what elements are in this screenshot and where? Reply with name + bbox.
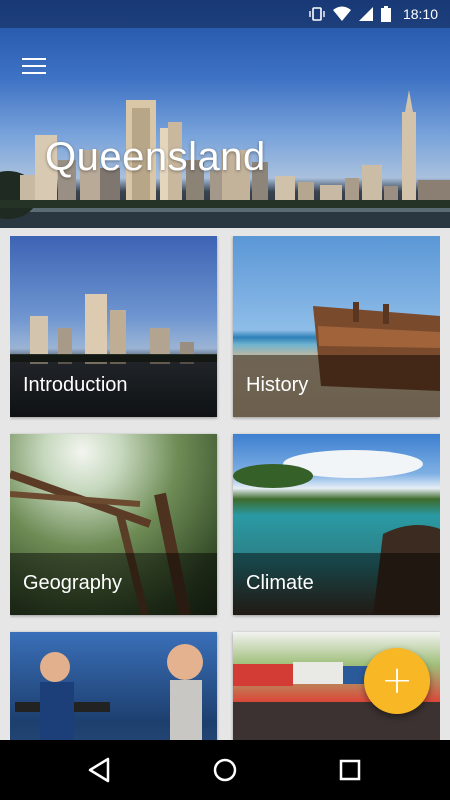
- wifi-icon: [332, 6, 351, 21]
- home-icon[interactable]: [209, 754, 241, 786]
- hamburger-menu-icon[interactable]: [20, 56, 50, 78]
- card-label: Introduction: [23, 374, 128, 396]
- page-title: Queensland: [45, 135, 266, 179]
- navigation-bar: [0, 740, 450, 800]
- recent-apps-icon[interactable]: [334, 754, 366, 786]
- card-label: Geography: [23, 572, 122, 594]
- weightlifter-thumbnail-image: [15, 644, 203, 740]
- city-skyline-image: [0, 90, 450, 228]
- back-icon[interactable]: [84, 754, 116, 786]
- card-label: Climate: [246, 572, 314, 594]
- battery-icon: [380, 6, 391, 22]
- plus-icon: +: [381, 658, 413, 702]
- signal-icon: [358, 7, 373, 21]
- card-introduction[interactable]: Introduction: [10, 236, 217, 417]
- card-geography[interactable]: Geography: [10, 434, 217, 615]
- vibrate-icon: [309, 7, 325, 21]
- add-fab-button[interactable]: +: [364, 648, 430, 714]
- card-label: History: [246, 374, 309, 396]
- card-sport[interactable]: [10, 632, 217, 740]
- status-time: 18:10: [402, 6, 438, 22]
- card-history[interactable]: History: [233, 236, 440, 417]
- header-banner: Queensland: [0, 0, 450, 228]
- card-climate[interactable]: Climate: [233, 434, 440, 615]
- status-bar: 18:10: [0, 0, 450, 28]
